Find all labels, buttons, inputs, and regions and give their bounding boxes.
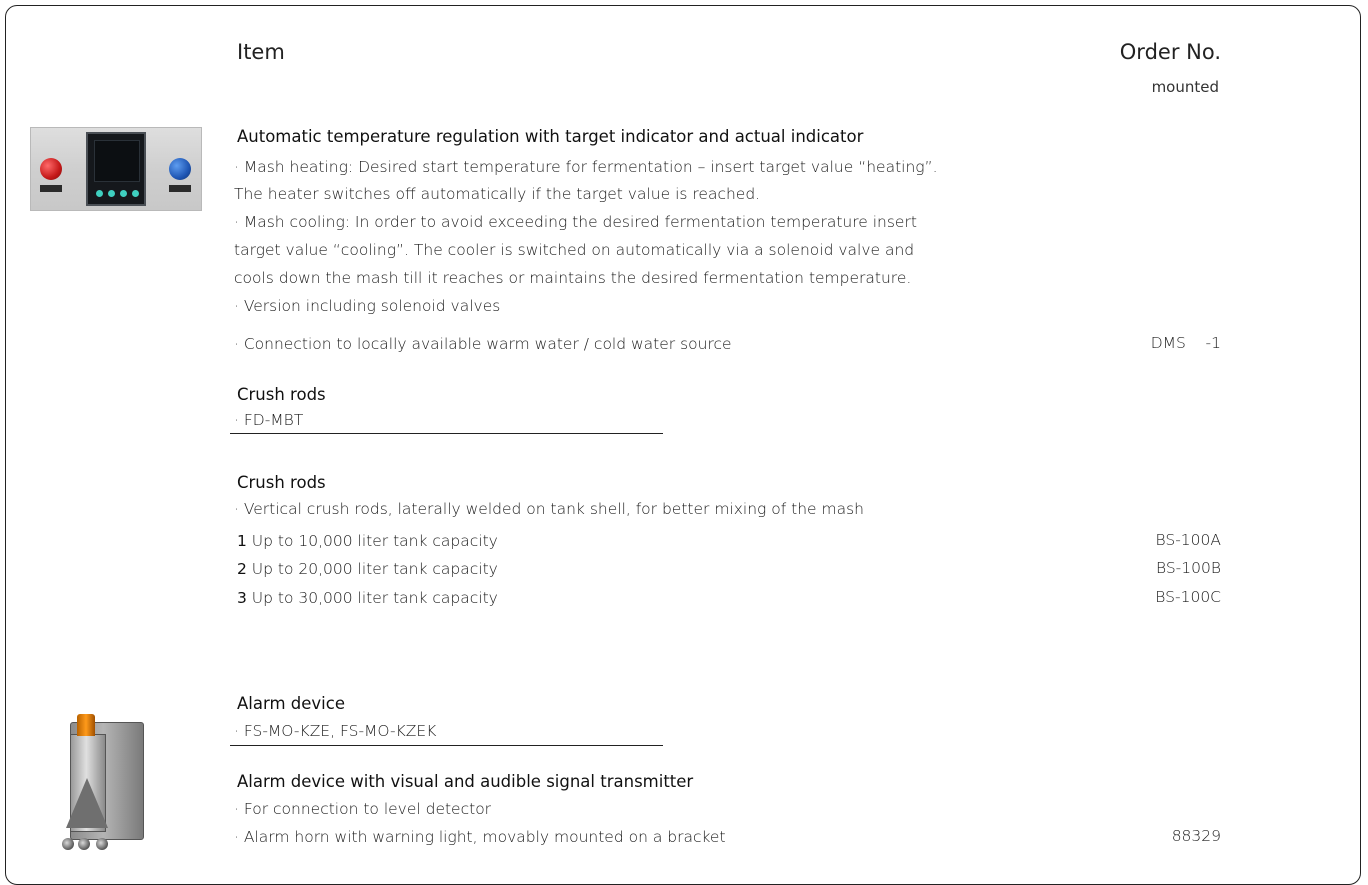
option-number: 3 — [237, 589, 247, 607]
cooling-label-plate — [169, 185, 191, 192]
temp-regulation-line: cools down the mash till it reaches or m… — [234, 269, 912, 287]
crush-rods-section-title: Crush rods — [237, 385, 326, 404]
temp-regulation-line: target value “cooling”. The cooler is sw… — [234, 241, 915, 259]
controller-button — [132, 190, 139, 197]
option-text: Up to 20,000 liter tank capacity — [246, 560, 498, 578]
alarm-device-image — [40, 714, 160, 864]
option-text: Up to 10,000 liter tank capacity — [246, 532, 498, 550]
alarm-section-title: Alarm device — [237, 694, 345, 713]
controller-button — [120, 190, 127, 197]
crush-rods-title: Crush rods — [237, 473, 326, 492]
temp-regulation-line: The heater switches off automatically if… — [234, 185, 761, 203]
alarm-device-line: · Alarm horn with warning light, movably… — [234, 828, 726, 846]
section-divider — [230, 433, 663, 434]
alarm-device-line: · For connection to level detector — [234, 800, 492, 818]
heating-label-plate — [40, 185, 62, 192]
warning-light-icon — [77, 714, 95, 736]
option-order-no: BS-100C — [1155, 588, 1221, 606]
option-order-no: BS-100A — [1155, 531, 1222, 549]
crush-rods-option-row: 2 Up to 20,000 liter tank capacity — [237, 559, 498, 580]
crush-rods-description: · Vertical crush rods, laterally welded … — [234, 500, 864, 518]
controller-button — [96, 190, 103, 197]
controller-button — [108, 190, 115, 197]
option-number: 2 — [237, 560, 247, 578]
temperature-control-panel-image — [30, 127, 202, 211]
crush-rods-model: · FD-MBT — [234, 411, 304, 429]
cooling-indicator-lamp — [169, 158, 191, 180]
caster-wheel — [62, 838, 74, 850]
alarm-device-title: Alarm device with visual and audible sig… — [237, 772, 694, 791]
item-column-header: Item — [237, 40, 285, 64]
temp-regulation-line: · Mash cooling: In order to avoid exceed… — [234, 213, 917, 231]
crush-rods-option-row: 3 Up to 30,000 liter tank capacity — [237, 588, 498, 609]
temp-regulation-line: · Mash heating: Desired start temperatur… — [234, 158, 938, 176]
option-text: Up to 30,000 liter tank capacity — [246, 589, 498, 607]
temperature-controller-display — [86, 132, 146, 206]
alarm-model: · FS-MO-KZE, FS-MO-KZEK — [234, 722, 437, 740]
section-divider — [230, 745, 663, 746]
controller-screen — [94, 140, 140, 182]
temp-regulation-title: Automatic temperature regulation with ta… — [237, 127, 864, 146]
order-column-header: Order No. — [1119, 40, 1221, 64]
alarm-device-order-no: 88329 — [1171, 827, 1221, 845]
mounted-subheader: mounted — [1151, 78, 1219, 96]
alarm-horn-icon — [66, 778, 108, 828]
option-number: 1 — [237, 532, 247, 550]
temp-regulation-line: · Connection to locally available warm w… — [234, 335, 732, 353]
option-order-no: BS-100B — [1155, 559, 1221, 577]
caster-wheel — [78, 838, 90, 850]
temp-regulation-line: · Version including solenoid valves — [234, 297, 501, 315]
crush-rods-option-row: 1 Up to 10,000 liter tank capacity — [237, 531, 498, 552]
temp-regulation-order-no: DMS -1 — [1150, 334, 1221, 352]
caster-wheel — [96, 838, 108, 850]
heating-indicator-lamp — [40, 158, 62, 180]
